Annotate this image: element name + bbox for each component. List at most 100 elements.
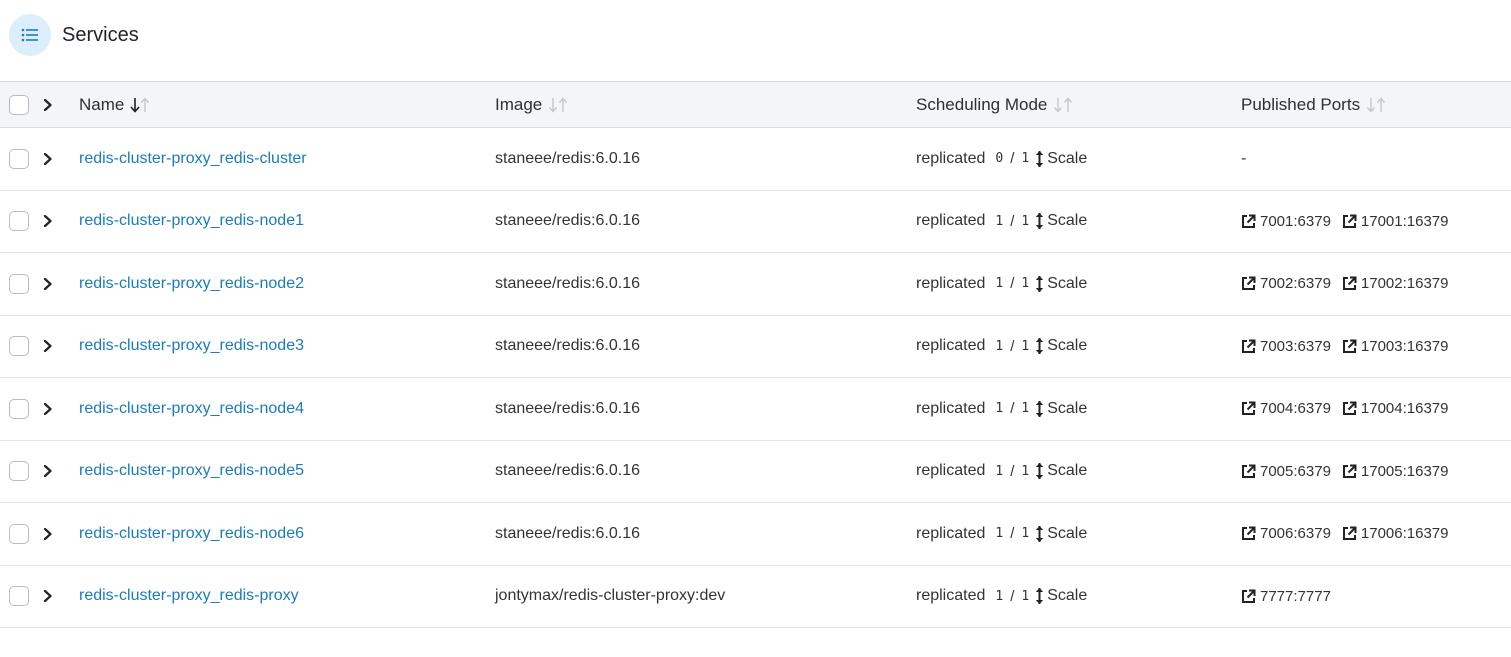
scale-button[interactable]: Scale [1035,462,1087,480]
scale-label: Scale [1047,274,1088,292]
service-name-link[interactable]: redis-cluster-proxy_redis-node6 [79,525,304,543]
scale-label: Scale [1047,399,1088,417]
row-checkbox[interactable] [9,586,29,607]
published-port-link[interactable]: 7004:6379 [1241,400,1331,417]
table-body: redis-cluster-proxy_redis-cluster stanee… [0,128,1511,628]
row-checkbox[interactable] [9,336,29,357]
external-link-icon [1241,589,1260,604]
scale-arrows-icon [1035,275,1047,293]
scale-button[interactable]: Scale [1035,400,1087,418]
list-icon [9,14,51,56]
replicas-separator: / [1010,400,1015,418]
service-name-link[interactable]: redis-cluster-proxy_redis-node2 [79,275,304,293]
service-name-link[interactable]: redis-cluster-proxy_redis-node5 [79,462,304,480]
row-checkbox[interactable] [9,148,29,169]
replicas-running: 1 [995,463,1004,479]
service-name-link[interactable]: redis-cluster-proxy_redis-node3 [79,337,304,355]
expand-row-chevron-icon[interactable] [42,152,54,165]
scale-button[interactable]: Scale [1035,275,1087,293]
page-header: Services [0,0,1511,82]
replicas-separator: / [1010,150,1015,168]
scheduling-mode: replicated [916,587,986,605]
expand-row-chevron-icon[interactable] [42,277,54,290]
column-header-published-ports[interactable]: Published Ports [1241,82,1388,127]
replicas-running: 0 [995,151,1004,167]
column-header-scheduling-mode[interactable]: Scheduling Mode [916,82,1075,127]
row-checkbox[interactable] [9,398,29,419]
published-ports: 7001:6379 17001:16379 [1241,191,1460,253]
expand-row-chevron-icon[interactable] [42,340,54,353]
published-port-link[interactable]: 7777:7777 [1241,588,1331,605]
published-port-link[interactable]: 7002:6379 [1241,275,1331,292]
service-name-link[interactable]: redis-cluster-proxy_redis-node1 [79,212,304,230]
service-name-link[interactable]: redis-cluster-proxy_redis-cluster [79,150,307,168]
row-checkbox[interactable] [9,523,29,544]
published-port-link[interactable]: 7005:6379 [1241,463,1331,480]
replicas-running: 1 [995,213,1004,229]
expand-row-chevron-icon[interactable] [42,465,54,478]
published-port-link[interactable]: 17003:16379 [1342,338,1449,355]
published-port-link[interactable]: 17005:16379 [1342,463,1449,480]
port-mapping: 7777:7777 [1260,587,1331,605]
published-port-link[interactable]: 17001:16379 [1342,213,1449,230]
row-checkbox[interactable] [9,273,29,294]
port-mapping: 7004:6379 [1260,400,1331,418]
column-image-label: Image [495,94,543,114]
replicas-separator: / [1010,525,1015,543]
service-name-link[interactable]: redis-cluster-proxy_redis-proxy [79,587,299,605]
table-row: redis-cluster-proxy_redis-node3 staneee/… [0,316,1511,378]
scale-button[interactable]: Scale [1035,525,1087,543]
published-port-link[interactable]: 7001:6379 [1241,213,1331,230]
expand-row-chevron-icon[interactable] [42,215,54,228]
published-port-link[interactable]: 17006:16379 [1342,525,1449,542]
scale-button[interactable]: Scale [1035,212,1087,230]
published-port-link[interactable]: 17004:16379 [1342,400,1449,417]
scale-label: Scale [1047,462,1088,480]
published-port-link[interactable]: 7006:6379 [1241,525,1331,542]
expand-row-chevron-icon[interactable] [42,527,54,540]
port-mapping: 7005:6379 [1260,462,1331,480]
scale-arrows-icon [1035,150,1047,168]
expand-row-chevron-icon[interactable] [42,590,54,603]
column-header-image[interactable]: Image [495,82,570,127]
scale-arrows-icon [1035,337,1047,355]
scale-button[interactable]: Scale [1035,337,1087,355]
row-checkbox[interactable] [9,461,29,482]
published-ports: 7005:6379 17005:16379 [1241,441,1460,503]
service-name-link[interactable]: redis-cluster-proxy_redis-node4 [79,400,304,418]
external-link-icon [1342,401,1361,416]
external-link-icon [1342,464,1361,479]
scale-arrows-icon [1035,212,1047,230]
scale-label: Scale [1047,337,1088,355]
replicas-desired: 1 [1021,338,1030,354]
scheduling-mode: replicated [916,524,986,542]
scale-label: Scale [1047,587,1088,605]
service-image: staneee/redis:6.0.16 [495,524,640,542]
expand-all-chevron-icon[interactable] [42,98,54,111]
published-ports: 7004:6379 17004:16379 [1241,378,1460,440]
table-row: redis-cluster-proxy_redis-cluster stanee… [0,128,1511,191]
scale-button[interactable]: Scale [1035,150,1087,168]
port-mapping: 17006:16379 [1360,525,1449,543]
service-image: staneee/redis:6.0.16 [495,337,640,355]
select-all-checkbox[interactable] [9,94,29,115]
replicas-running: 1 [995,276,1004,292]
port-mapping: 17005:16379 [1360,462,1449,480]
page-title: Services [62,24,139,46]
scale-arrows-icon [1035,400,1047,418]
published-ports: 7003:6379 17003:16379 [1241,316,1460,378]
row-checkbox[interactable] [9,211,29,232]
table-row: redis-cluster-proxy_redis-node5 staneee/… [0,441,1511,503]
replicas-separator: / [1010,337,1015,355]
sort-icon [548,96,570,113]
published-port-link[interactable]: 7003:6379 [1241,338,1331,355]
column-mode-label: Scheduling Mode [916,94,1048,114]
table-row: redis-cluster-proxy_redis-node4 staneee/… [0,378,1511,441]
scheduling-mode: replicated [916,149,986,167]
expand-row-chevron-icon[interactable] [42,402,54,415]
column-header-name[interactable]: Name [79,82,152,127]
port-mapping: 7006:6379 [1260,525,1331,543]
published-port-link[interactable]: 17002:16379 [1342,275,1449,292]
scale-button[interactable]: Scale [1035,587,1087,605]
published-ports: 7777:7777 [1241,566,1342,628]
